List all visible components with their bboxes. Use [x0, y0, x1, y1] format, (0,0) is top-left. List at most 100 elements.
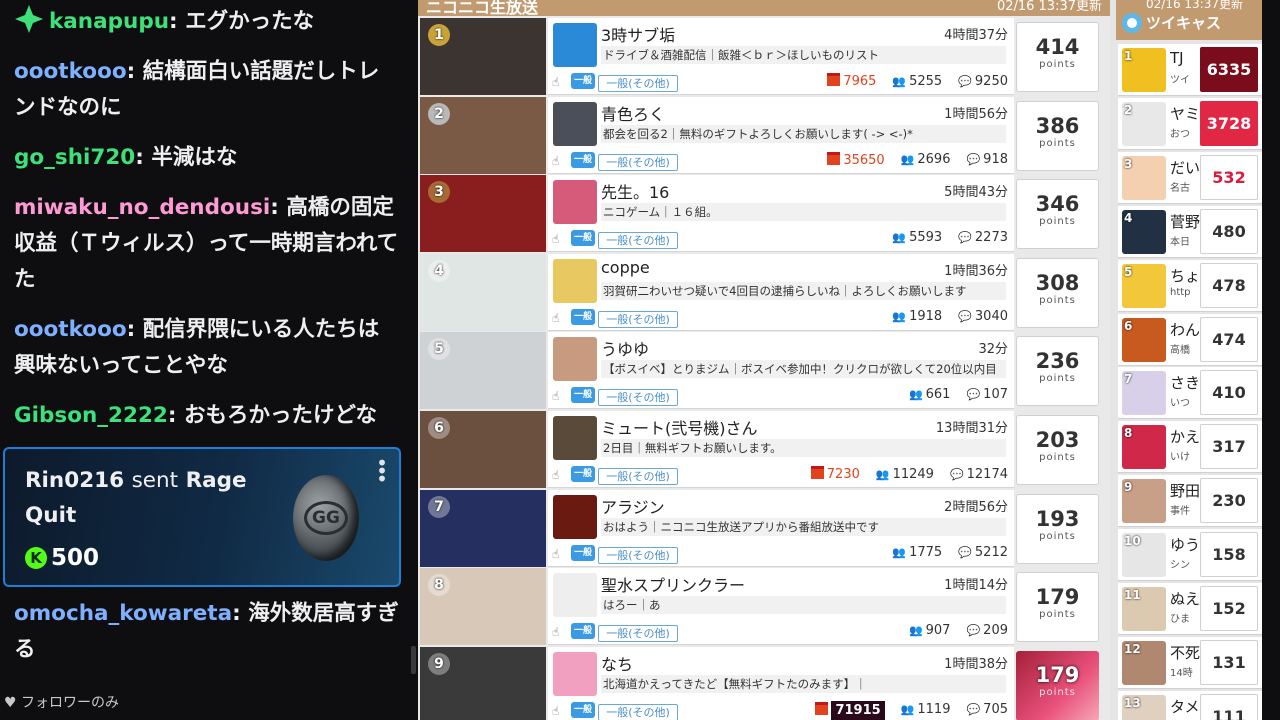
avatar[interactable]: 1 — [1122, 48, 1166, 92]
chat-username[interactable]: miwaku_no_dendousi — [14, 195, 270, 220]
twicas-row[interactable]: 6 わん 高橋 474 — [1118, 313, 1262, 366]
twicas-name[interactable]: 菅野 — [1170, 211, 1200, 232]
twicas-row[interactable]: 2 ヤミ おつ 3728 — [1118, 97, 1262, 150]
avatar[interactable]: 8 — [1122, 425, 1166, 470]
avatar[interactable]: 4 — [1122, 209, 1166, 254]
twicas-row[interactable]: 1 TJ ツイ 6335 — [1118, 44, 1262, 96]
stream-name[interactable]: ミュート(弐号機)さん — [601, 415, 758, 439]
avatar[interactable]: 13 — [1122, 694, 1166, 720]
twicas-row[interactable]: 9 野田 事件 230 — [1118, 475, 1262, 528]
ranking-row[interactable]: 7 ☝ 一般 アラジン 2時間56分 おはよう｜ニコニコ生放送アプリから番組放送… — [418, 489, 1110, 568]
chat-username[interactable]: Gibson_2222 — [14, 403, 168, 428]
twicas-name[interactable]: TJ — [1170, 49, 1200, 67]
stream-thumbnail[interactable]: 6 — [420, 411, 546, 488]
avatar[interactable] — [553, 494, 597, 539]
avatar[interactable]: 3 — [1122, 155, 1166, 200]
chat-scrollbar[interactable] — [411, 646, 416, 674]
stream-card[interactable]: ☝ 一般 coppe 1時間36分 羽賀研二わいせつ疑いで4回目の逮捕らしいね｜… — [548, 253, 1014, 331]
stream-thumbnail[interactable]: 1 — [420, 18, 546, 95]
stream-name[interactable]: アラジン — [601, 494, 665, 518]
stream-thumbnail[interactable]: 9 — [420, 646, 546, 720]
twicas-name[interactable]: 野田 — [1170, 480, 1200, 501]
chat-username[interactable]: go_shi720 — [14, 145, 135, 170]
twicas-name[interactable]: ゆう — [1170, 534, 1200, 555]
stream-card[interactable]: ☝ 一般 うゆゆ 32分 【ボスイベ】とりまジム｜ボスイベ参加中！クリクロが欲し… — [548, 332, 1014, 410]
twicas-row[interactable]: 13 タメ 111 — [1118, 690, 1262, 720]
avatar[interactable] — [553, 416, 597, 460]
stream-card[interactable]: ☝ 一般 聖水スプリンクラー 1時間14分 はろー｜あ 一般(その他) 👥 907… — [548, 568, 1014, 646]
ranking-row[interactable]: 4 ☝ 一般 coppe 1時間36分 羽賀研二わいせつ疑いで4回目の逮捕らしい… — [418, 253, 1110, 332]
twicas-row[interactable]: 8 かえ いけ 317 — [1118, 421, 1262, 474]
twicas-row[interactable]: 10 ゆう シン 158 — [1118, 529, 1262, 582]
category-tag[interactable]: 一般(その他) — [598, 703, 678, 720]
stream-thumbnail[interactable]: 4 — [420, 253, 546, 331]
category-tag[interactable]: 一般(その他) — [598, 153, 678, 171]
stream-card[interactable]: ☝ 一般 なち 1時間38分 北海道かえってきたど【無料ギフトたのみます】｜ 一… — [548, 646, 1014, 720]
twicas-name[interactable]: 不死 — [1170, 642, 1200, 663]
twicas-name[interactable]: ヤミ — [1170, 103, 1200, 124]
avatar[interactable] — [553, 101, 597, 146]
avatar[interactable]: 12 — [1122, 640, 1166, 685]
stream-thumbnail[interactable]: 8 — [420, 568, 546, 646]
chat-username[interactable]: kanapupu — [49, 9, 169, 34]
avatar[interactable] — [553, 573, 597, 618]
category-tag[interactable]: 一般(その他) — [598, 75, 678, 92]
stream-card[interactable]: ☝ 一般 アラジン 2時間56分 おはよう｜ニコニコ生放送アプリから番組放送中で… — [548, 489, 1014, 567]
category-tag[interactable]: 一般(その他) — [598, 310, 678, 328]
twicas-name[interactable]: かえ — [1170, 426, 1200, 447]
stream-thumbnail[interactable]: 2 — [420, 96, 546, 174]
category-tag[interactable]: 一般(その他) — [598, 232, 678, 250]
avatar[interactable]: 11 — [1122, 587, 1166, 631]
stream-name[interactable]: coppe — [601, 258, 650, 277]
avatar[interactable]: 7 — [1122, 371, 1166, 416]
stream-thumbnail[interactable]: 7 — [420, 489, 546, 567]
ranking-row[interactable]: 3 ☝ 一般 先生。16 5時間43分 ニコゲーム｜１６組。 一般(その他) 👥… — [418, 175, 1110, 253]
avatar[interactable] — [553, 258, 597, 303]
twicas-name[interactable]: だい — [1170, 157, 1200, 178]
twicas-row[interactable]: 4 菅野 本日 480 — [1118, 205, 1262, 258]
category-tag[interactable]: 一般(その他) — [598, 468, 678, 485]
avatar[interactable] — [553, 23, 597, 67]
stream-name[interactable]: 青色ろく — [601, 101, 665, 125]
twicas-row[interactable]: 11 ぬえ ひま 152 — [1118, 583, 1262, 635]
stream-card[interactable]: ☝ 一般 先生。16 5時間43分 ニコゲーム｜１６組。 一般(その他) 👥 55… — [548, 175, 1014, 253]
avatar[interactable]: 9 — [1122, 479, 1166, 524]
ranking-row[interactable]: 6 ☝ 一般 ミュート(弐号機)さん 13時間31分 2日目｜無料ギフトお願いし… — [418, 411, 1110, 489]
twicas-row[interactable]: 12 不死 14時 131 — [1118, 636, 1262, 689]
chat-username[interactable]: oootkooo — [14, 317, 127, 342]
avatar[interactable]: 2 — [1122, 101, 1166, 146]
avatar[interactable] — [553, 651, 597, 696]
stream-card[interactable]: ☝ 一般 ミュート(弐号機)さん 13時間31分 2日目｜無料ギフトお願いします… — [548, 411, 1014, 488]
avatar[interactable] — [553, 337, 597, 382]
more-options-icon[interactable]: • • • — [375, 453, 389, 489]
ranking-row[interactable]: 1 ☝ 一般 3時サブ垢 4時間37分 ドライブ＆酒雑配信｜飯雑＜ｂｒ＞ほしいも… — [418, 18, 1110, 96]
category-tag[interactable]: 一般(その他) — [598, 625, 678, 643]
ranking-row[interactable]: 8 ☝ 一般 聖水スプリンクラー 1時間14分 はろー｜あ 一般(その他) 👥 9… — [418, 568, 1110, 646]
stream-thumbnail[interactable]: 5 — [420, 332, 546, 410]
gift-user[interactable]: Rin0216 — [25, 468, 124, 493]
twicas-name[interactable]: ぬえ — [1170, 588, 1200, 609]
chat-username[interactable]: oootkooo — [14, 59, 127, 84]
twicas-row[interactable]: 3 だい 名古 532 — [1118, 151, 1262, 204]
stream-card[interactable]: ☝ 一般 青色ろく 1時間56分 都会を回る2｜無料のギフトよろしくお願いします… — [548, 96, 1014, 174]
avatar[interactable]: 6 — [1122, 317, 1166, 362]
stream-name[interactable]: なち — [601, 651, 633, 675]
avatar[interactable]: 10 — [1122, 533, 1166, 578]
category-tag[interactable]: 一般(その他) — [598, 389, 678, 407]
twicas-name[interactable]: タメ — [1170, 696, 1200, 717]
ranking-row[interactable]: 5 ☝ 一般 うゆゆ 32分 【ボスイベ】とりまジム｜ボスイベ参加中！クリクロが… — [418, 332, 1110, 410]
stream-name[interactable]: 先生。16 — [601, 179, 669, 203]
ranking-row[interactable]: 9 ☝ 一般 なち 1時間38分 北海道かえってきたど【無料ギフトたのみます】｜… — [418, 646, 1110, 720]
category-tag[interactable]: 一般(その他) — [598, 546, 678, 564]
stream-name[interactable]: 3時サブ垢 — [601, 22, 675, 46]
avatar[interactable]: 5 — [1122, 263, 1166, 308]
stream-name[interactable]: 聖水スプリンクラー — [601, 572, 745, 596]
twicas-name[interactable]: わん — [1170, 319, 1200, 340]
ranking-row[interactable]: 2 ☝ 一般 青色ろく 1時間56分 都会を回る2｜無料のギフトよろしくお願いし… — [418, 96, 1110, 175]
twicas-name[interactable]: ちょ — [1170, 265, 1200, 286]
stream-name[interactable]: うゆゆ — [601, 336, 649, 360]
chat-username[interactable]: omocha_kowareta — [14, 601, 232, 626]
avatar[interactable] — [553, 180, 597, 225]
stream-thumbnail[interactable]: 3 — [420, 175, 546, 253]
twicas-row[interactable]: 7 さき いつ 410 — [1118, 367, 1262, 420]
